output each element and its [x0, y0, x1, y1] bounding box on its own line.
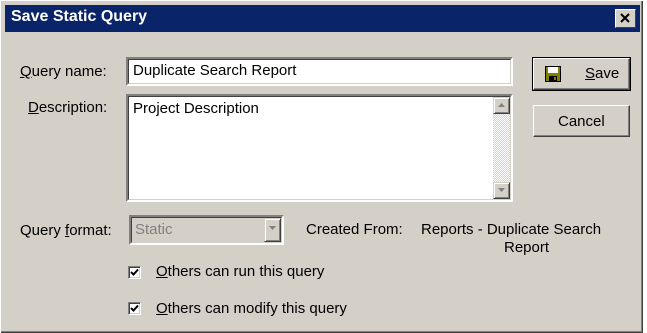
description-value: Project Description [133, 100, 259, 117]
query-format-label: Query format: [20, 222, 112, 239]
cancel-button[interactable]: Cancel [533, 105, 630, 137]
query-format-dropdown-button[interactable] [264, 218, 281, 242]
save-button-label: Save [585, 65, 620, 82]
title-bar: Save Static Query [5, 5, 640, 32]
others-can-modify-checkbox[interactable] [128, 302, 141, 315]
close-icon [620, 13, 630, 23]
description-label: Description: [28, 99, 108, 116]
created-from-value-line2: Report [504, 239, 550, 256]
scroll-up-arrow-icon [498, 103, 505, 107]
cancel-button-label: Cancel [558, 113, 605, 130]
others-can-run-label[interactable]: Others can run this query [156, 263, 324, 280]
query-format-select[interactable]: Static [129, 215, 284, 245]
checkmark-icon [130, 268, 139, 276]
query-name-input[interactable]: Duplicate Search Report [126, 57, 513, 86]
save-button[interactable]: Save [532, 57, 631, 91]
description-scrollbar[interactable] [493, 97, 510, 199]
chevron-down-icon [269, 226, 276, 230]
save-static-query-dialog: Save Static Query Query name: Duplicate … [0, 0, 643, 333]
query-name-value: Duplicate Search Report [133, 62, 297, 79]
dialog-title: Save Static Query [11, 8, 148, 25]
scroll-down-button[interactable] [493, 182, 510, 199]
query-format-value: Static [135, 221, 173, 238]
description-textarea[interactable]: Project Description [126, 94, 513, 202]
query-name-label: Query name: [20, 63, 107, 80]
created-from-value-line1: Reports - Duplicate Search [421, 221, 602, 238]
floppy-disk-icon [545, 66, 561, 82]
others-can-modify-label[interactable]: Others can modify this query [156, 300, 347, 317]
scroll-down-arrow-icon [498, 188, 505, 192]
others-can-run-checkbox[interactable] [128, 266, 141, 279]
created-from-label: Created From: [306, 221, 403, 238]
close-button[interactable] [615, 9, 636, 28]
checkmark-icon [130, 304, 139, 312]
scroll-up-button[interactable] [493, 97, 510, 114]
